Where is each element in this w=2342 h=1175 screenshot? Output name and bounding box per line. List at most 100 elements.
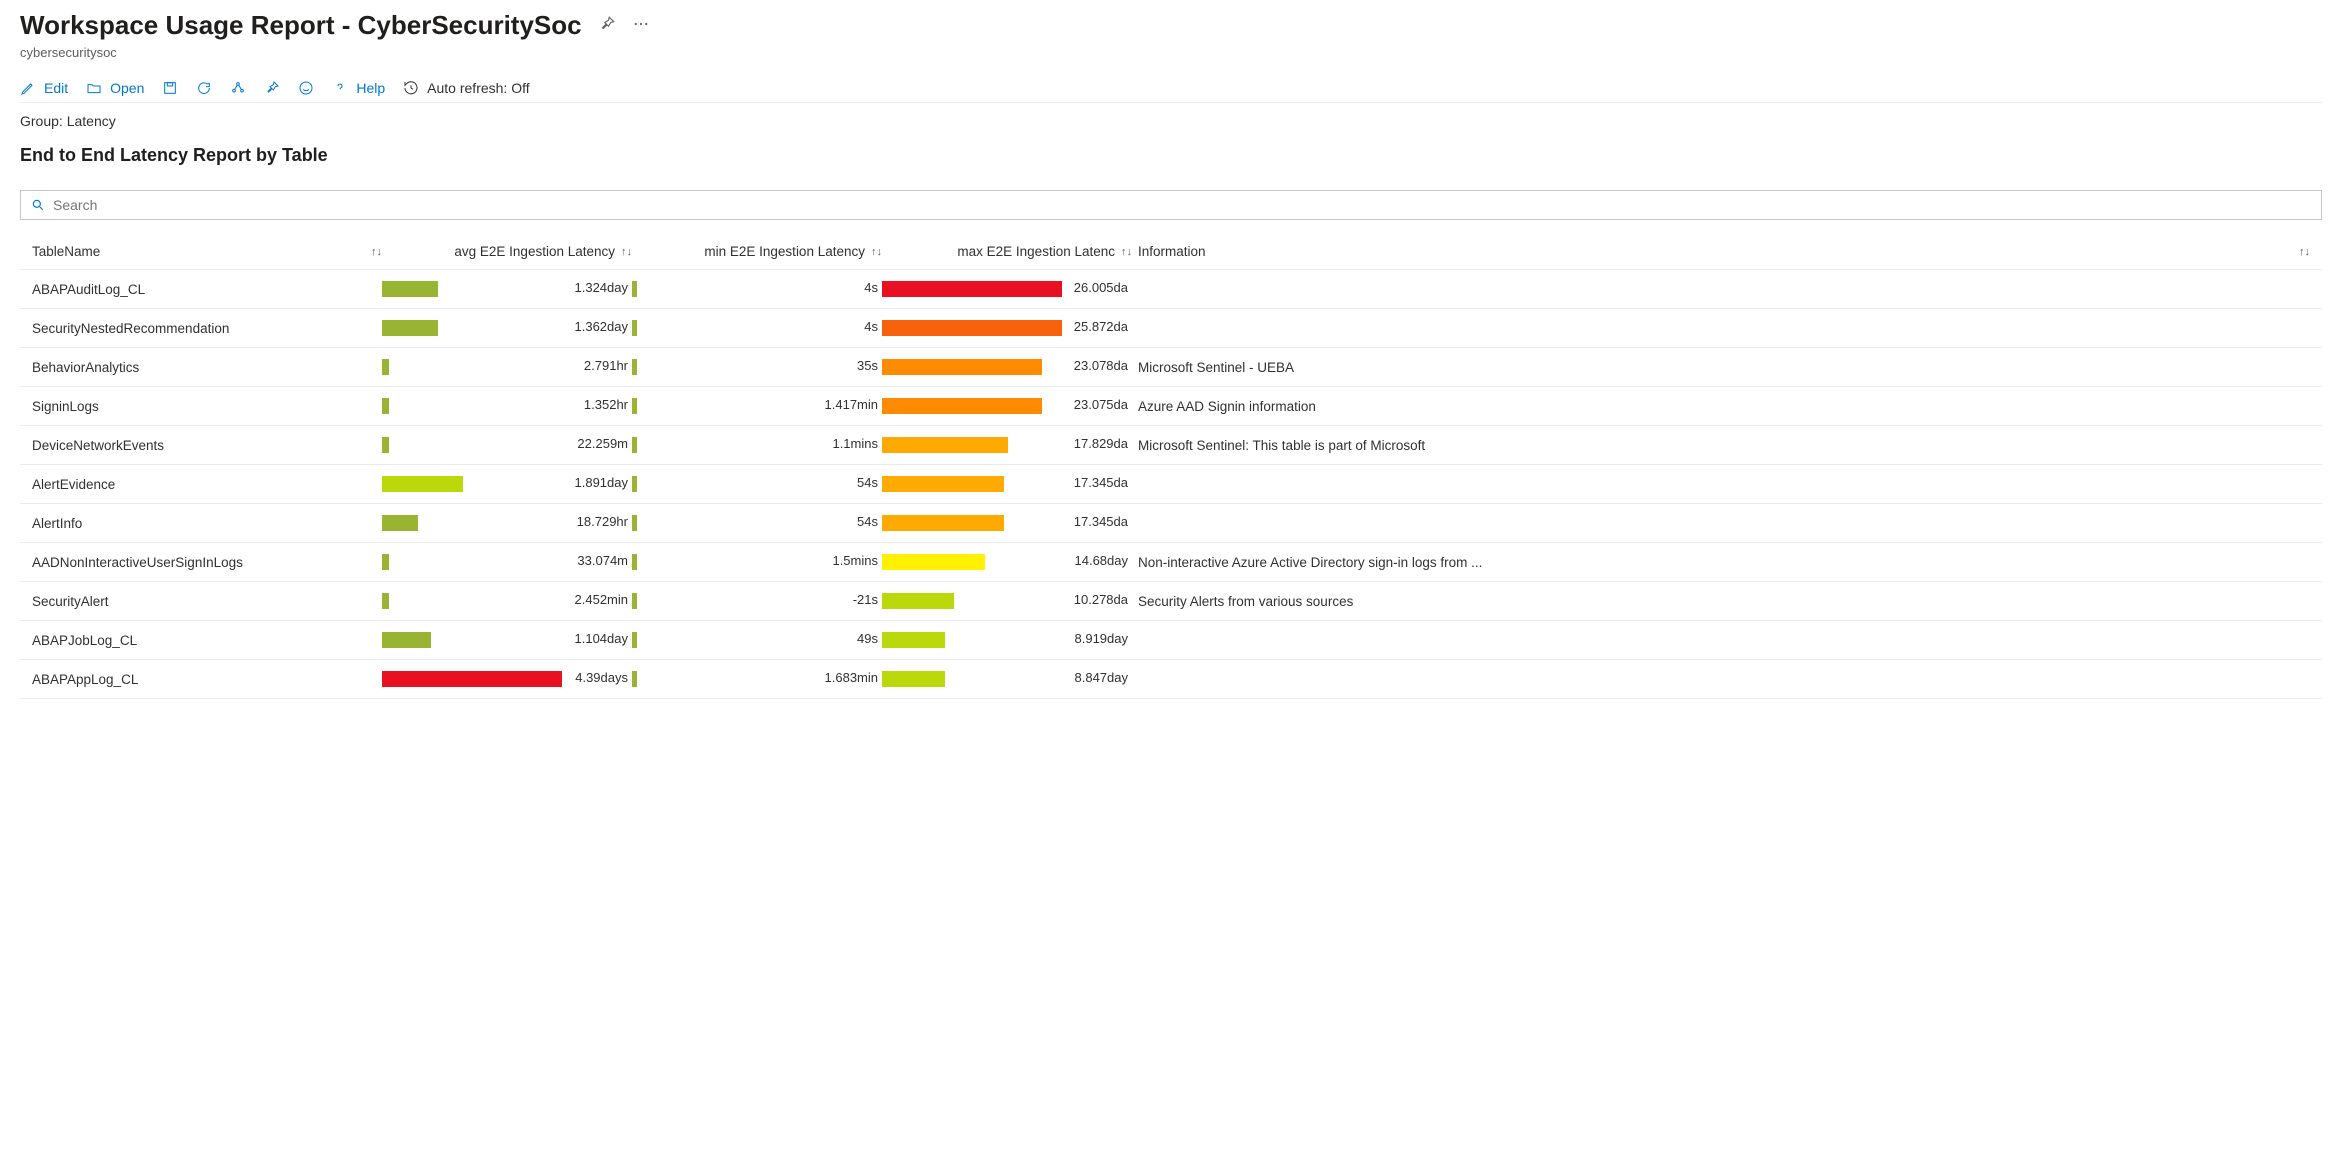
bar-label: 23.075da (1074, 397, 1128, 412)
cell-tablename: AlertInfo (32, 516, 382, 531)
bar-label: 8.847day (1075, 670, 1129, 685)
table-row[interactable]: DeviceNetworkEvents22.259m1.1mins17.829d… (20, 426, 2322, 465)
bar-cell: 10.278da (882, 590, 1132, 612)
table-row[interactable]: SecurityNestedRecommendation1.362day4s25… (20, 309, 2322, 348)
col-tablename[interactable]: TableName↑↓ (32, 244, 382, 259)
bar-cell: 23.075da (882, 395, 1132, 417)
bar (382, 515, 418, 531)
col-min[interactable]: min E2E Ingestion Latency↑↓ (632, 244, 882, 259)
search-icon (31, 198, 45, 212)
share-button[interactable] (230, 80, 246, 96)
table-row[interactable]: ABAPAppLog_CL4.39days1.683min8.847day (20, 660, 2322, 699)
bar-cell: 4s (632, 278, 882, 300)
pin-icon[interactable] (598, 15, 616, 36)
auto-refresh-button[interactable]: Auto refresh: Off (403, 80, 529, 96)
bar-label: 1.417min (825, 397, 878, 412)
bar (882, 359, 1042, 375)
bar-label: 1.104day (575, 631, 629, 646)
bar-label: 18.729hr (577, 514, 628, 529)
bar-cell: 54s (632, 473, 882, 495)
bar-label: 10.278da (1074, 592, 1128, 607)
col-max[interactable]: max E2E Ingestion Latenc↑↓ (882, 244, 1132, 259)
bar-label: 14.68day (1075, 553, 1129, 568)
bar-cell: 1.104day (382, 629, 632, 651)
share-icon (230, 80, 246, 96)
bar-label: 23.078da (1074, 358, 1128, 373)
bar-cell: 2.791hr (382, 356, 632, 378)
refresh-button[interactable] (196, 80, 212, 96)
cell-tablename: BehaviorAnalytics (32, 360, 382, 375)
pin-icon (264, 80, 280, 96)
bar-label: 17.345da (1074, 514, 1128, 529)
table-row[interactable]: AlertInfo18.729hr54s17.345da (20, 504, 2322, 543)
edit-button[interactable]: Edit (20, 80, 68, 96)
save-button[interactable] (162, 80, 178, 96)
latency-table: TableName↑↓ avg E2E Ingestion Latency↑↓ … (20, 234, 2322, 699)
cell-tablename: DeviceNetworkEvents (32, 438, 382, 453)
bar-cell: 8.847day (882, 668, 1132, 690)
table-row[interactable]: ABAPJobLog_CL1.104day49s8.919day (20, 621, 2322, 660)
bar-label: -21s (853, 592, 878, 607)
cell-info: Non-interactive Azure Active Directory s… (1132, 555, 2310, 570)
bar (882, 398, 1042, 414)
help-icon (332, 80, 348, 96)
search-box[interactable] (20, 190, 2322, 220)
col-info[interactable]: Information↑↓ (1132, 244, 2310, 259)
bar-label: 25.872da (1074, 319, 1128, 334)
cell-tablename: ABAPAppLog_CL (32, 672, 382, 687)
bar (382, 437, 389, 453)
page-title: Workspace Usage Report - CyberSecuritySo… (20, 10, 582, 41)
bar (632, 437, 637, 453)
bar (882, 515, 1004, 531)
report-title: End to End Latency Report by Table (20, 145, 2322, 166)
auto-refresh-label: Auto refresh: Off (427, 80, 529, 96)
col-avg[interactable]: avg E2E Ingestion Latency↑↓ (382, 244, 632, 259)
bar-cell: 2.452min (382, 590, 632, 612)
bar (882, 281, 1062, 297)
bar-label: 17.829da (1074, 436, 1128, 451)
help-button[interactable]: Help (332, 80, 385, 96)
bar (382, 593, 389, 609)
bar-cell: 1.683min (632, 668, 882, 690)
more-icon[interactable] (632, 15, 650, 36)
bar-cell: 1.352hr (382, 395, 632, 417)
cell-tablename: AlertEvidence (32, 477, 382, 492)
sort-icon: ↑↓ (621, 246, 632, 258)
bar-label: 1.352hr (584, 397, 628, 412)
cell-tablename: AADNonInteractiveUserSignInLogs (32, 555, 382, 570)
breadcrumb: cybersecuritysoc (20, 45, 2322, 60)
table-row[interactable]: AlertEvidence1.891day54s17.345da (20, 465, 2322, 504)
bar (632, 359, 637, 375)
bar (382, 398, 389, 414)
open-button[interactable]: Open (86, 80, 144, 96)
help-label: Help (356, 80, 385, 96)
table-row[interactable]: SecurityAlert2.452min-21s10.278daSecurit… (20, 582, 2322, 621)
table-row[interactable]: AADNonInteractiveUserSignInLogs33.074m1.… (20, 543, 2322, 582)
sort-icon: ↑↓ (871, 246, 882, 258)
table-row[interactable]: SigninLogs1.352hr1.417min23.075daAzure A… (20, 387, 2322, 426)
search-input[interactable] (53, 197, 2311, 213)
bar (632, 476, 637, 492)
bar (382, 671, 562, 687)
bar (632, 515, 637, 531)
cell-tablename: ABAPJobLog_CL (32, 633, 382, 648)
bar (382, 554, 389, 570)
bar (882, 593, 954, 609)
pencil-icon (20, 80, 36, 96)
bar (882, 671, 945, 687)
bar (632, 671, 637, 687)
bar-cell: 1.324day (382, 278, 632, 300)
bar (382, 476, 463, 492)
table-row[interactable]: BehaviorAnalytics2.791hr35s23.078daMicro… (20, 348, 2322, 387)
table-row[interactable]: ABAPAuditLog_CL1.324day4s26.005da (20, 270, 2322, 309)
bar-label: 17.345da (1074, 475, 1128, 490)
bar-cell: 8.919day (882, 629, 1132, 651)
bar-cell: 1.417min (632, 395, 882, 417)
bar-cell: 25.872da (882, 317, 1132, 339)
cell-tablename: SigninLogs (32, 399, 382, 414)
bar-label: 1.362day (575, 319, 629, 334)
feedback-button[interactable] (298, 80, 314, 96)
pin-button[interactable] (264, 80, 280, 96)
bar-cell: 23.078da (882, 356, 1132, 378)
cell-tablename: SecurityNestedRecommendation (32, 321, 382, 336)
